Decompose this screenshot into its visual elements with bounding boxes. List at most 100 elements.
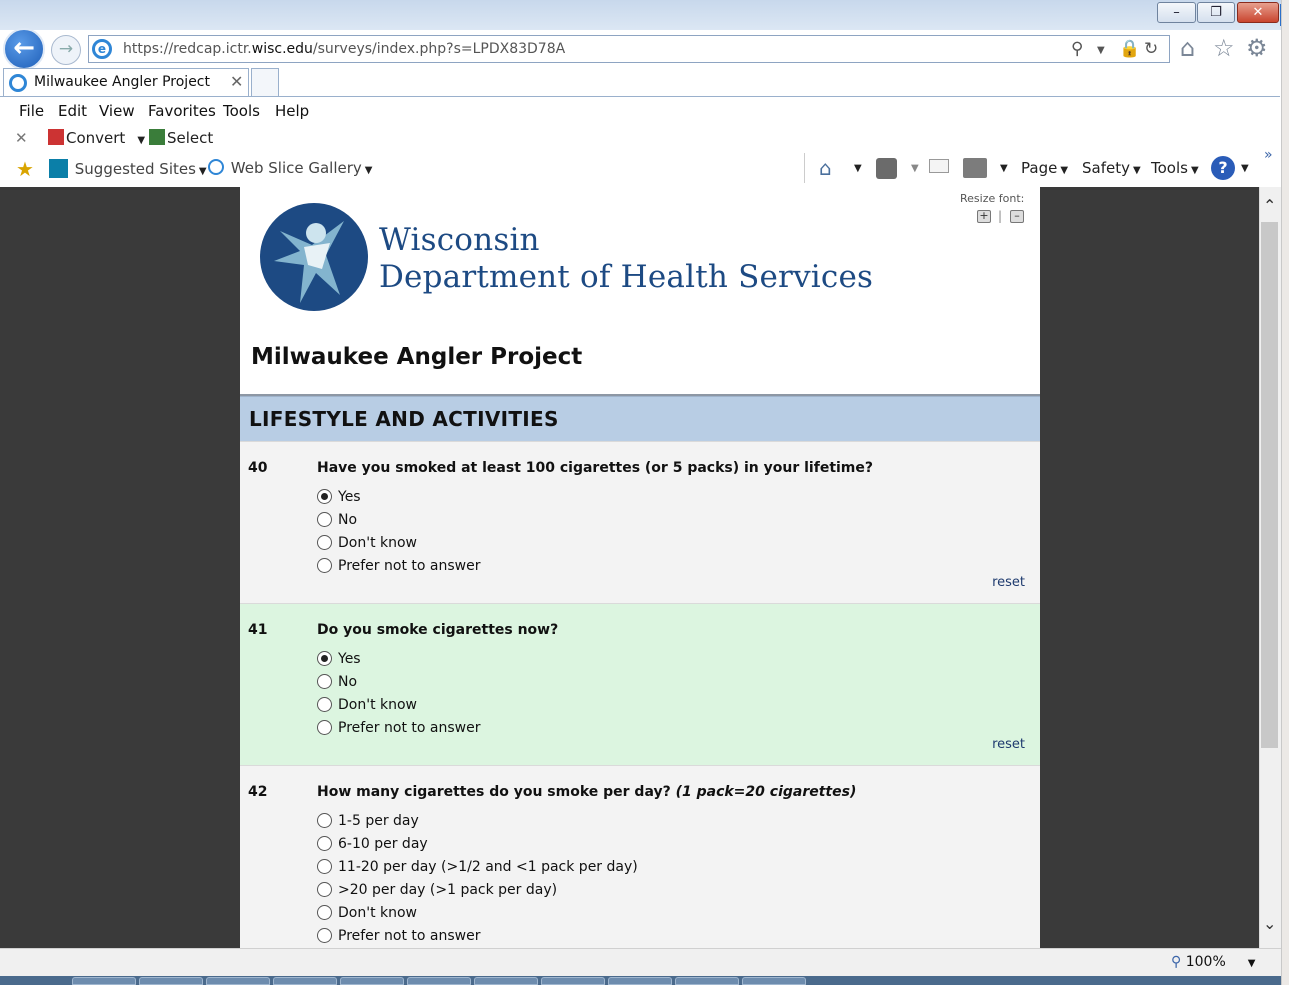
rss-feed-icon[interactable]	[876, 158, 897, 179]
option-no[interactable]: No	[317, 674, 357, 694]
taskbar-button[interactable]	[608, 977, 672, 985]
maximize-button[interactable]: ❐	[1197, 2, 1235, 23]
print-dropdown-icon[interactable]: ▼	[1000, 163, 1008, 174]
option-dont-know[interactable]: Don't know	[317, 535, 417, 555]
convert-button[interactable]: Convert ▼	[48, 129, 145, 147]
safety-menu-label: Safety	[1082, 159, 1130, 177]
option-6-10[interactable]: 6-10 per day	[317, 836, 428, 856]
minimize-button[interactable]: –	[1157, 2, 1196, 23]
radio-button[interactable]	[317, 697, 332, 712]
suggested-sites-button[interactable]: Suggested Sites ▼	[49, 159, 207, 178]
font-increase-button[interactable]: +	[977, 210, 991, 223]
radio-button[interactable]	[317, 813, 332, 828]
ie-page-icon: e	[92, 39, 112, 59]
taskbar-button[interactable]	[72, 977, 136, 985]
taskbar-button[interactable]	[273, 977, 337, 985]
home-icon[interactable]: ⌂	[1180, 34, 1195, 62]
radio-button[interactable]	[317, 535, 332, 550]
scroll-up-icon[interactable]: ⌃	[1263, 196, 1276, 215]
radio-button[interactable]	[317, 928, 332, 943]
favorites-icon[interactable]: ★	[16, 157, 34, 181]
menu-favorites[interactable]: Favorites	[148, 102, 216, 120]
option-prefer-not[interactable]: Prefer not to answer	[317, 928, 480, 948]
close-toolbar-icon[interactable]: ✕	[15, 129, 28, 147]
menu-help[interactable]: Help	[275, 102, 309, 120]
radio-button[interactable]	[317, 859, 332, 874]
taskbar-button[interactable]	[541, 977, 605, 985]
feed-dropdown-icon[interactable]: ▼	[911, 163, 919, 174]
tools-menu[interactable]: Tools ▼	[1151, 159, 1199, 177]
taskbar-button[interactable]	[474, 977, 538, 985]
safety-menu[interactable]: Safety ▼	[1082, 159, 1141, 177]
print-icon[interactable]	[963, 158, 987, 178]
option-over-20[interactable]: >20 per day (>1 pack per day)	[317, 882, 557, 902]
option-prefer-not[interactable]: Prefer not to answer	[317, 558, 480, 578]
menu-view[interactable]: View	[99, 102, 135, 120]
select-button[interactable]: Select	[149, 129, 213, 147]
question-number: 41	[248, 622, 268, 638]
scroll-down-icon[interactable]: ⌄	[1263, 914, 1276, 933]
search-icon[interactable]: ⚲	[1071, 39, 1083, 59]
mail-icon[interactable]	[929, 159, 949, 173]
radio-button[interactable]	[317, 558, 332, 573]
scrollbar-thumb[interactable]	[1261, 222, 1278, 748]
reset-link[interactable]: reset	[992, 575, 1025, 590]
refresh-icon[interactable]: ↻	[1144, 39, 1158, 59]
menu-edit[interactable]: Edit	[58, 102, 87, 120]
radio-button-selected[interactable]	[317, 651, 332, 666]
favorites-bar: ★ Suggested Sites ▼ Web Slice Gallery ▼ ⌂ …	[0, 147, 1280, 185]
taskbar-button[interactable]	[206, 977, 270, 985]
help-dropdown-icon[interactable]: ▼	[1241, 163, 1249, 174]
tab-active[interactable]: Milwaukee Angler Project ✕	[3, 68, 249, 97]
lock-icon[interactable]: 🔒	[1119, 39, 1140, 59]
back-button[interactable]: ←	[3, 28, 45, 70]
option-1-5[interactable]: 1-5 per day	[317, 813, 419, 833]
radio-button[interactable]	[317, 836, 332, 851]
radio-button-selected[interactable]	[317, 489, 332, 504]
option-no[interactable]: No	[317, 512, 357, 532]
home-icon[interactable]: ⌂	[819, 156, 832, 180]
zoom-control[interactable]: ⚲ 100% ▼	[1171, 954, 1255, 970]
option-label: Yes	[338, 651, 361, 667]
convert-dropdown-icon[interactable]: ▼	[137, 135, 145, 146]
chevron-down-icon: ▼	[364, 165, 373, 176]
option-label: Yes	[338, 489, 361, 505]
font-decrease-button[interactable]: –	[1010, 210, 1024, 223]
taskbar-button[interactable]	[340, 977, 404, 985]
radio-button[interactable]	[317, 674, 332, 689]
forward-button[interactable]: →	[51, 35, 81, 65]
web-slice-gallery-button[interactable]: Web Slice Gallery ▼	[208, 159, 372, 177]
search-dropdown-icon[interactable]: ▼	[1097, 45, 1105, 56]
close-tab-icon[interactable]: ✕	[230, 72, 243, 91]
option-yes[interactable]: Yes	[317, 489, 361, 509]
option-dont-know[interactable]: Don't know	[317, 697, 417, 717]
settings-gear-icon[interactable]: ⚙	[1246, 34, 1268, 62]
radio-button[interactable]	[317, 882, 332, 897]
menu-bar: File Edit View Favorites Tools Help	[0, 98, 1280, 124]
taskbar-button[interactable]	[407, 977, 471, 985]
menu-file[interactable]: File	[19, 102, 44, 120]
page-menu[interactable]: Page ▼	[1021, 159, 1068, 177]
menu-tools[interactable]: Tools	[223, 102, 260, 120]
close-window-button[interactable]: ✕	[1237, 2, 1279, 23]
home-dropdown-icon[interactable]: ▼	[854, 163, 862, 174]
option-dont-know[interactable]: Don't know	[317, 905, 417, 925]
pdf-convert-icon	[48, 129, 64, 145]
option-yes[interactable]: Yes	[317, 651, 361, 671]
taskbar-button[interactable]	[742, 977, 806, 985]
taskbar-button[interactable]	[675, 977, 739, 985]
favorites-star-icon[interactable]: ☆	[1213, 34, 1235, 62]
help-icon[interactable]: ?	[1211, 156, 1235, 180]
radio-button[interactable]	[317, 905, 332, 920]
option-11-20[interactable]: 11-20 per day (>1/2 and <1 pack per day)	[317, 859, 638, 879]
taskbar-button[interactable]	[139, 977, 203, 985]
new-tab-button[interactable]	[251, 68, 279, 97]
radio-button[interactable]	[317, 512, 332, 527]
option-prefer-not[interactable]: Prefer not to answer	[317, 720, 480, 740]
reset-link[interactable]: reset	[992, 737, 1025, 752]
url-text[interactable]: https://redcap.ictr.wisc.edu/surveys/ind…	[123, 41, 565, 57]
zoom-dropdown-icon[interactable]: ▼	[1248, 958, 1256, 969]
radio-button[interactable]	[317, 720, 332, 735]
toolbar-overflow-icon[interactable]: »	[1264, 147, 1273, 163]
address-bar[interactable]: e https://redcap.ictr.wisc.edu/surveys/i…	[88, 35, 1170, 63]
